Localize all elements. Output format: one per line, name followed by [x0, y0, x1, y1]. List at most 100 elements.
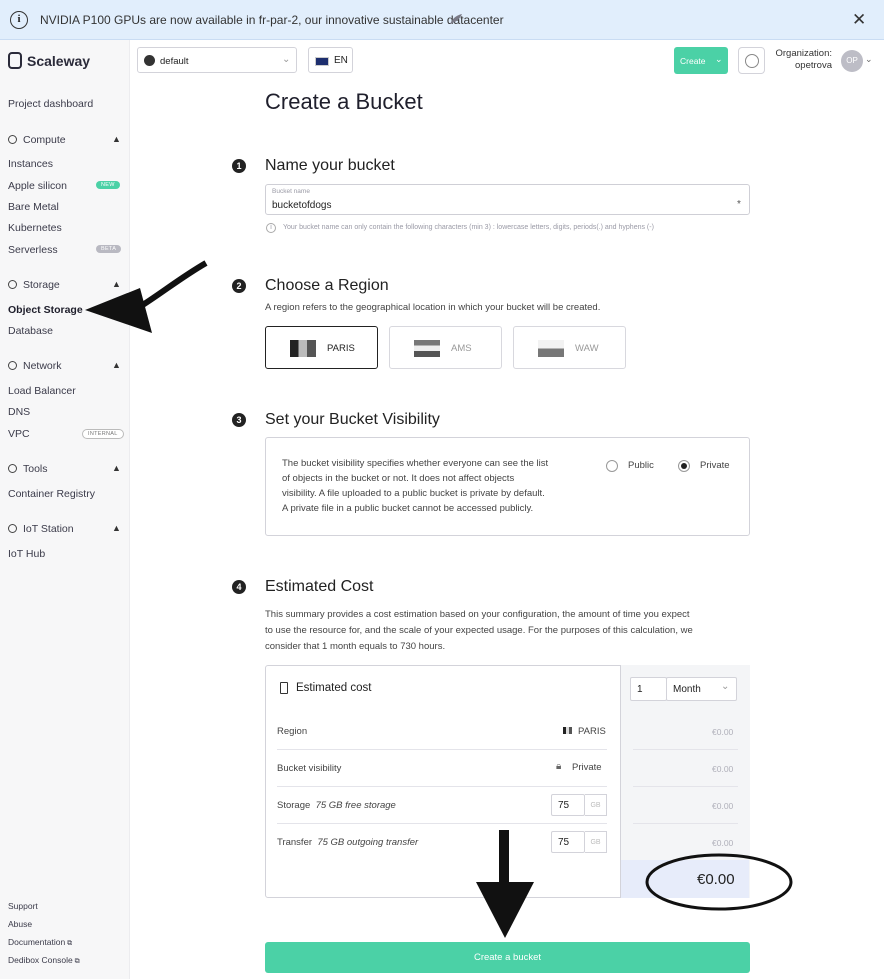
annotation-ellipse: [645, 853, 793, 911]
sidebar-item-iot-hub[interactable]: IoT Hub: [8, 548, 45, 560]
step-number: 1: [232, 159, 246, 173]
chevron-up-icon[interactable]: ▲: [112, 134, 121, 144]
sidebar-item-instances[interactable]: Instances: [8, 158, 53, 170]
lock-icon: 🔒︎: [556, 761, 562, 772]
sidebar-item-serverless[interactable]: Serverless: [8, 244, 58, 256]
row-divider: [633, 786, 738, 787]
step-number: 2: [232, 279, 246, 293]
external-link-icon: ⧉: [65, 940, 73, 947]
sidebar-item-kubernetes[interactable]: Kubernetes: [8, 222, 62, 234]
beta-badge: BETA: [96, 245, 122, 253]
row-price: €0.00: [712, 801, 734, 811]
sidebar-item-vpc[interactable]: VPC: [8, 428, 30, 440]
uk-flag-icon: [315, 57, 329, 66]
project-selector[interactable]: default ⌄: [137, 47, 297, 73]
visibility-value: Private: [572, 762, 602, 773]
transfer-unit: GB: [585, 831, 607, 853]
info-icon: i: [266, 223, 276, 233]
bucket-name-placeholder: Bucket name: [272, 188, 310, 195]
create-button[interactable]: Create ⌄: [674, 47, 728, 74]
sidebar-item-container-registry[interactable]: Container Registry: [8, 488, 95, 500]
region-label: PARIS: [327, 343, 355, 354]
region-label: AMS: [451, 343, 472, 354]
transfer-quantity-input[interactable]: 75: [551, 831, 585, 853]
step-title: Estimated Cost: [265, 578, 374, 595]
sidebar-item-apple-silicon[interactable]: Apple silicon: [8, 180, 67, 192]
region-description: A region refers to the geographical loca…: [265, 302, 601, 313]
sidebar-item-dns[interactable]: DNS: [8, 406, 30, 418]
logo-text: Scaleway: [27, 53, 91, 69]
footer-link-dedibox[interactable]: Dedibox Console ⧉: [8, 955, 80, 966]
cost-desc-line: consider that 1 month equals to 730 hour…: [265, 641, 446, 652]
duration-unit: Month: [673, 684, 701, 695]
private-radio[interactable]: [678, 460, 690, 472]
language-selector[interactable]: EN: [308, 47, 353, 73]
sidebar-item-object-storage[interactable]: Object Storage: [8, 304, 83, 316]
scaleway-logo-icon: [8, 52, 22, 69]
internal-badge: INTERNAL: [82, 429, 124, 439]
storage-quantity-input[interactable]: 75: [551, 794, 585, 816]
sidebar-item-load-balancer[interactable]: Load Balancer: [8, 385, 76, 397]
chevron-down-icon: ⌄: [715, 54, 723, 64]
france-flag-icon: [563, 727, 572, 734]
sidebar-item-project-dashboard[interactable]: Project dashboard: [8, 98, 93, 110]
region-label: WAW: [575, 343, 599, 354]
step-number: 3: [232, 413, 246, 427]
region-option-ams[interactable]: AMS: [389, 326, 502, 369]
poland-flag-icon: [538, 340, 564, 357]
estimated-cost-title: Estimated cost: [296, 682, 372, 694]
visibility-desc-line: The bucket visibility specifies whether …: [282, 458, 549, 469]
dedibox-label: Dedibox Console: [8, 955, 73, 965]
step-title: Choose a Region: [265, 277, 389, 294]
calculator-icon: [280, 682, 288, 694]
info-icon: i: [10, 11, 28, 29]
transfer-quantity: 75: [558, 837, 570, 848]
footer-link-documentation[interactable]: Documentation ⧉: [8, 937, 72, 948]
footer-link-support[interactable]: Support: [8, 901, 38, 911]
close-icon[interactable]: ✕: [852, 10, 866, 30]
row-price: €0.00: [712, 727, 734, 737]
create-label: Create: [680, 56, 706, 66]
project-icon: [144, 55, 155, 66]
sidebar-section-iot-station[interactable]: IoT Station: [8, 523, 74, 535]
organization-info[interactable]: Organization: opetrova: [770, 48, 832, 72]
duration-input[interactable]: 1: [630, 677, 667, 701]
language-label: EN: [334, 55, 348, 66]
create-bucket-button[interactable]: Create a bucket: [265, 942, 750, 973]
public-label[interactable]: Public: [628, 460, 654, 471]
scaleway-logo[interactable]: Scaleway: [8, 52, 90, 69]
required-marker: *: [737, 199, 741, 210]
visibility-description: The bucket visibility specifies whether …: [282, 456, 548, 516]
cost-row-label: Bucket visibility: [277, 763, 342, 774]
notifications-button[interactable]: [738, 47, 765, 74]
iot-title: IoT Station: [23, 523, 74, 535]
sidebar-section-storage[interactable]: Storage: [8, 279, 60, 291]
page-title: Create a Bucket: [265, 89, 423, 114]
sidebar-section-tools[interactable]: Tools: [8, 463, 48, 475]
storage-title: Storage: [23, 279, 60, 291]
step-title: Set your Bucket Visibility: [265, 411, 440, 428]
sidebar-item-bare-metal[interactable]: Bare Metal: [8, 201, 59, 213]
compute-icon: [8, 135, 17, 144]
footer-link-abuse[interactable]: Abuse: [8, 919, 32, 929]
avatar[interactable]: OP: [841, 50, 863, 72]
visibility-desc-line: visibility. A file uploaded to a public …: [282, 488, 545, 499]
row-price: €0.00: [712, 838, 734, 848]
region-option-paris[interactable]: PARIS: [265, 326, 378, 369]
storage-label: Storage: [277, 800, 311, 811]
cost-desc-line: This summary provides a cost estimation …: [265, 609, 690, 620]
public-radio[interactable]: [606, 460, 618, 472]
private-label[interactable]: Private: [700, 460, 730, 471]
sidebar-section-network[interactable]: Network: [8, 360, 62, 372]
bucket-name-field[interactable]: Bucket name bucketofdogs *: [265, 184, 750, 215]
visibility-desc-line: of objects in the bucket or not. It does…: [282, 473, 515, 484]
france-flag-icon: [290, 340, 316, 357]
chevron-up-icon[interactable]: ▲: [112, 463, 121, 473]
chevron-down-icon[interactable]: ⌄: [865, 54, 873, 65]
region-option-waw[interactable]: WAW: [513, 326, 626, 369]
chevron-up-icon[interactable]: ▲: [112, 360, 121, 370]
duration-unit-select[interactable]: Month ⌄: [666, 677, 737, 701]
sidebar-item-database[interactable]: Database: [8, 325, 53, 337]
sidebar-section-compute[interactable]: Compute: [8, 134, 66, 146]
chevron-up-icon[interactable]: ▲: [112, 523, 121, 533]
